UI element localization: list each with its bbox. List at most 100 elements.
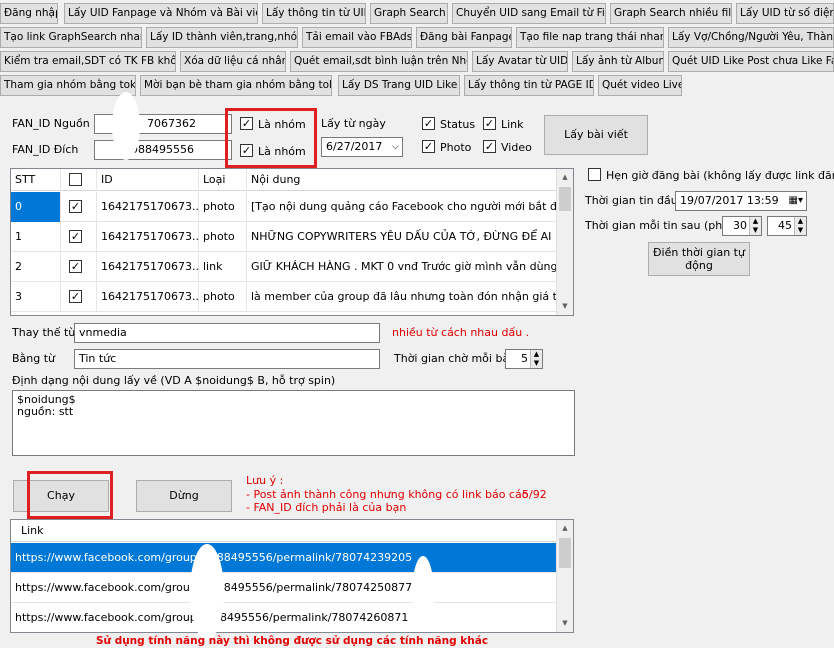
replace-from-input[interactable]: vnmedia (74, 323, 380, 343)
interval-b-stepper[interactable]: 45 ▲ ▼ (767, 216, 807, 236)
row-select[interactable]: ✓ (61, 252, 97, 282)
first-time-value: 19/07/2017 13:59 (680, 194, 779, 207)
target-fan-id-label: FAN_ID Đích (12, 143, 79, 156)
source-is-group-checkbox[interactable]: ✓ Là nhóm (240, 116, 306, 131)
invite-friends-group-token-button[interactable]: Mời bạn bè tham gia nhóm bằng token (140, 75, 332, 96)
status-checkbox[interactable]: ✓ Status (422, 116, 476, 131)
table-row[interactable]: 2 ✓ 1642175170673... link GIỮ KHÁCH HÀNG… (11, 252, 573, 282)
get-spouse-button[interactable]: Lấy Vợ/Chồng/Người Yêu, Thành (668, 27, 834, 48)
scroll-up-icon[interactable]: ▲ (557, 169, 573, 186)
graph-search-button[interactable]: Graph Search (370, 3, 448, 24)
stepper-up-icon[interactable]: ▲ (794, 217, 806, 226)
video-checkbox[interactable]: ✓ Video (483, 139, 532, 154)
date-from-picker[interactable]: 6/27/2017 ⌵ (321, 137, 403, 157)
source-fan-id-label: FAN_ID Nguồn (12, 117, 90, 130)
get-uid-fanpage-group-post-button[interactable]: Lấy UID Fanpage và Nhóm và Bài viết (64, 3, 258, 24)
table-row[interactable]: https://www.facebook.com/groups 98849555… (11, 603, 573, 632)
quick-graphsearch-link-button[interactable]: Tạo link GraphSearch nhanh (0, 27, 142, 48)
get-member-page-group-id-button[interactable]: Lấy ID thành viên,trang,nhóm (146, 27, 298, 48)
auto-fill-time-label-2: động (685, 259, 713, 272)
get-info-from-uid-button[interactable]: Lấy thông tin từ UID (262, 3, 366, 24)
delete-personal-data-button[interactable]: Xóa dữ liệu cá nhân (180, 51, 286, 72)
get-photos-from-album-button[interactable]: Lấy ảnh từ Album (572, 51, 664, 72)
links-table[interactable]: Link https://www.facebook.com/groups/ 98… (10, 519, 574, 633)
scroll-down-icon[interactable]: ▼ (557, 298, 573, 315)
checkbox-check-icon[interactable]: ✓ (69, 260, 82, 273)
fetch-posts-button[interactable]: Lấy bài viết (544, 115, 648, 155)
convert-uid-to-email-button[interactable]: Chuyển UID sang Email từ File (452, 3, 606, 24)
row-select[interactable]: ✓ (61, 192, 97, 222)
link-checkbox[interactable]: ✓ Link (483, 116, 524, 131)
scroll-thumb[interactable] (559, 187, 571, 211)
stop-button[interactable]: Dừng (136, 480, 232, 512)
posts-table-header: STT ID Loại Nội dung (11, 169, 573, 191)
column-header-stt[interactable]: STT (11, 169, 61, 191)
scan-live-video-button[interactable]: Quét video Live (598, 75, 682, 96)
table-row[interactable]: 1 ✓ 1642175170673... photo NHỮNG COPYWRI… (11, 222, 573, 252)
first-time-picker[interactable]: 19/07/2017 13:59 ▦▾ (675, 191, 807, 211)
posts-table[interactable]: STT ID Loại Nội dung 0 ✓ 1642175170673..… (10, 168, 574, 316)
table-row[interactable]: 0 ✓ 1642175170673... photo [Tạo nội dung… (11, 192, 573, 222)
status-label: Status (440, 117, 476, 131)
login-button[interactable]: Đăng nhập (0, 3, 58, 24)
column-header-link[interactable]: Link (11, 520, 557, 542)
replace-to-input[interactable]: Tin tức (74, 349, 380, 369)
scroll-down-icon[interactable]: ▼ (557, 615, 573, 632)
post-fanpage-button[interactable]: Đăng bài Fanpage (416, 27, 512, 48)
schedule-enable-label: Hẹn giờ đăng bài (không lấy được link đă… (606, 168, 834, 182)
stepper-down-icon[interactable]: ▼ (749, 226, 761, 235)
link-label: Link (501, 117, 524, 131)
links-table-scrollbar[interactable]: ▲ ▼ (556, 520, 573, 632)
column-header-select[interactable] (61, 169, 97, 191)
checkbox-check-icon[interactable]: ✓ (69, 200, 82, 213)
photo-checkbox[interactable]: ✓ Photo (422, 139, 471, 154)
load-email-fbads-button[interactable]: Tải email vào FBAds (302, 27, 412, 48)
column-header-id[interactable]: ID (97, 169, 199, 191)
get-uid-from-phone-button[interactable]: Lấy UID từ số điện (736, 3, 834, 24)
auto-fill-time-button[interactable]: Điền thời gian tự động (648, 242, 750, 276)
schedule-enable-checkbox[interactable]: Hẹn giờ đăng bài (không lấy được link đă… (588, 167, 834, 182)
checkbox-check-icon[interactable]: ✓ (69, 290, 82, 303)
wait-time-label: Thời gian chờ mỗi bài (394, 352, 513, 365)
row-select[interactable]: ✓ (61, 282, 97, 312)
checkbox-check-icon: ✓ (483, 139, 496, 153)
scan-uid-like-post-button[interactable]: Quét UID Like Post chưa Like Fan (668, 51, 834, 72)
calendar-icon[interactable]: ▦▾ (789, 193, 803, 209)
progress-counter: 5/92 (522, 488, 547, 501)
source-fan-id-value: 7067362 (147, 117, 196, 130)
table-row[interactable]: https://www.facebook.com/groups/ 9884955… (11, 573, 573, 603)
get-avatar-from-uid-button[interactable]: Lấy Avatar từ UID (472, 51, 568, 72)
scroll-thumb[interactable] (559, 538, 571, 568)
interval-a-stepper[interactable]: 30 ▲ ▼ (722, 216, 762, 236)
row-content: [Tạo nội dung quảng cáo Facebook cho ngư… (247, 192, 557, 222)
target-is-group-checkbox[interactable]: ✓ Là nhóm (240, 143, 306, 158)
row-select[interactable]: ✓ (61, 222, 97, 252)
get-info-from-page-id-button[interactable]: Lấy thông tin từ PAGE ID (464, 75, 594, 96)
posts-table-scrollbar[interactable]: ▲ ▼ (556, 169, 573, 315)
column-header-content[interactable]: Nội dung (247, 169, 557, 191)
column-header-type[interactable]: Loại (199, 169, 247, 191)
table-row[interactable]: https://www.facebook.com/groups/ 9884955… (11, 543, 573, 573)
stepper-up-icon[interactable]: ▲ (530, 350, 542, 359)
scan-comment-email-phone-button[interactable]: Quét email,sdt bình luận trên Nhóm (290, 51, 468, 72)
checkbox-check-icon: ✓ (240, 143, 253, 157)
scroll-up-icon[interactable]: ▲ (557, 520, 573, 537)
select-all-checkbox[interactable] (69, 173, 82, 186)
checkbox-check-icon[interactable]: ✓ (69, 230, 82, 243)
join-group-token-button[interactable]: Tham gia nhóm bằng token (0, 75, 136, 96)
notes-item: - FAN_ID đích phải là của bạn (246, 501, 407, 514)
row-content: GIỮ KHÁCH HÀNG . MKT 0 vnđ Trước giờ mìn… (247, 252, 557, 282)
format-textarea[interactable]: $noidung$ nguồn: stt (12, 390, 575, 456)
stepper-down-icon[interactable]: ▼ (530, 359, 542, 368)
table-row[interactable]: 3 ✓ 1642175170673... photo là member của… (11, 282, 573, 312)
run-button[interactable]: Chạy (13, 480, 109, 512)
wait-time-stepper[interactable]: 5 ▲ ▼ (505, 349, 543, 369)
graph-search-multi-file-button[interactable]: Graph Search nhiều file (610, 3, 732, 24)
stepper-down-icon[interactable]: ▼ (794, 226, 806, 235)
stepper-up-icon[interactable]: ▲ (749, 217, 761, 226)
check-email-phone-fb-button[interactable]: Kiểm tra email,SDT có TK FB không (0, 51, 176, 72)
replace-from-label: Thay thế từ (12, 326, 76, 339)
chevron-down-icon: ⌵ (392, 142, 399, 152)
get-liked-pages-list-button[interactable]: Lấy DS Trang UID Like (338, 75, 460, 96)
create-status-file-button[interactable]: Tạo file nap trang thái nhanh (516, 27, 664, 48)
